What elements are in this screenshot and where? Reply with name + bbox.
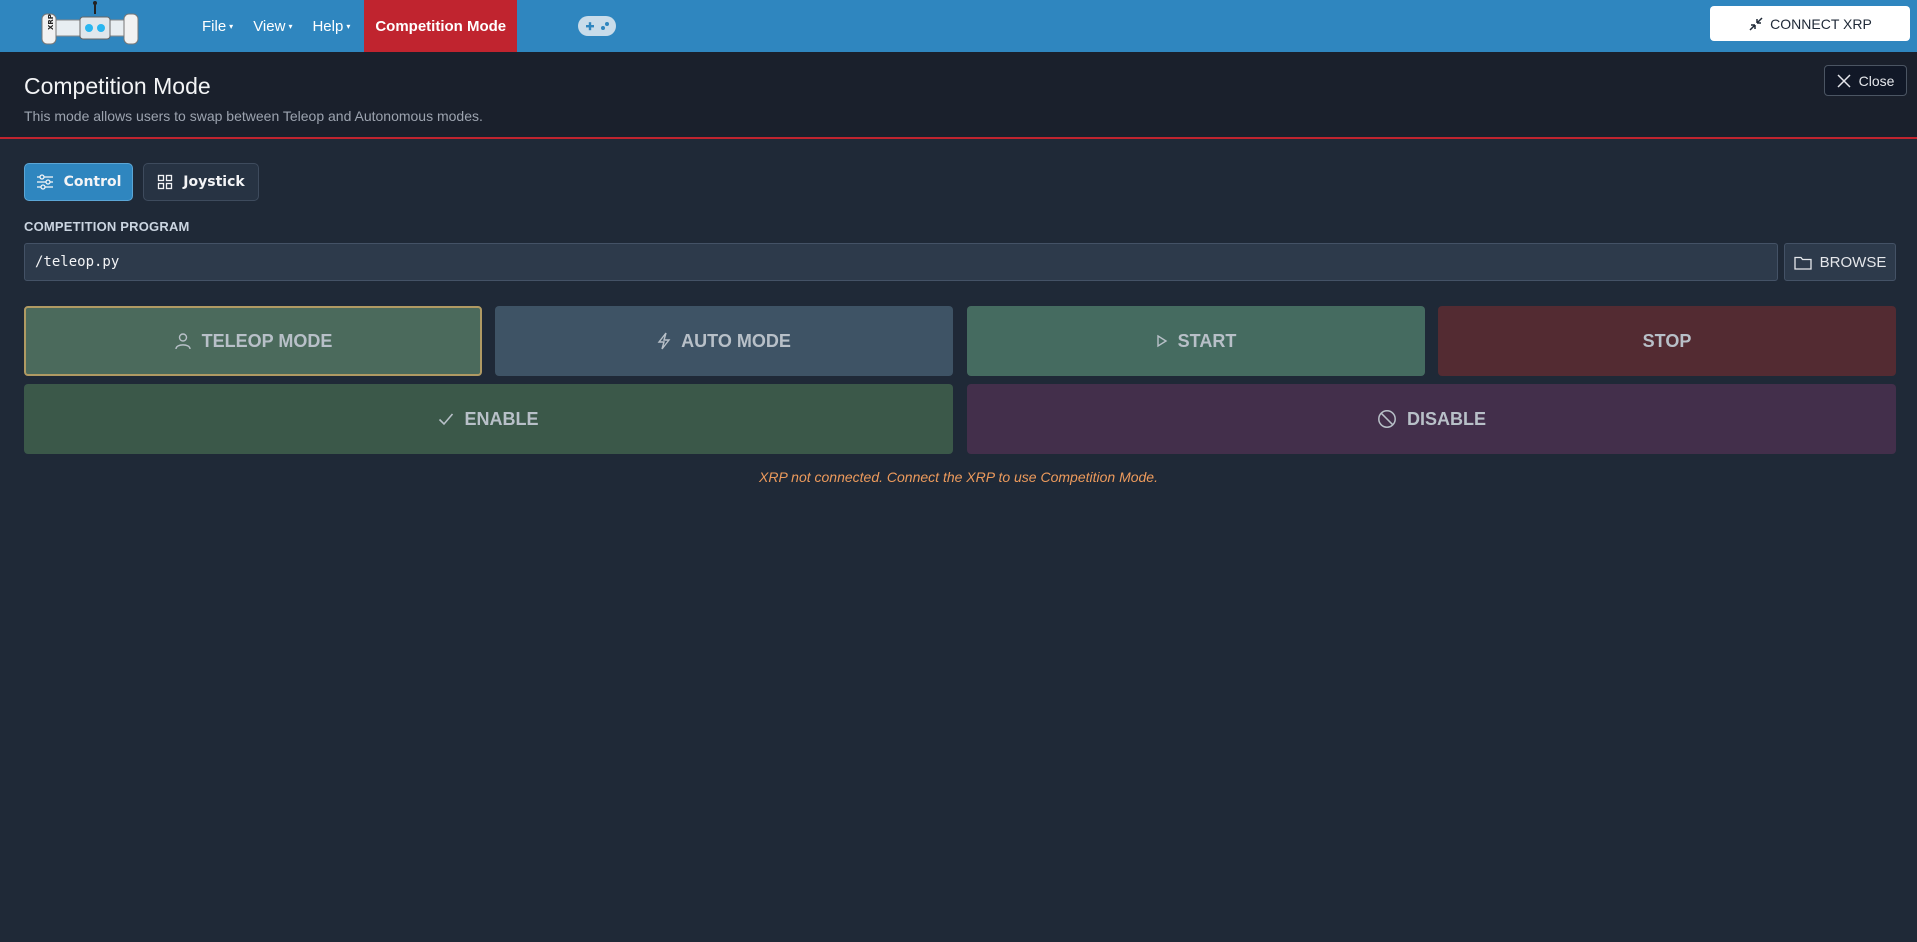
play-icon (1156, 334, 1168, 348)
menu-help-label: Help (312, 17, 344, 35)
sliders-icon (36, 174, 54, 190)
connection-status-message: XRP not connected. Connect the XRP to us… (759, 469, 1158, 485)
auto-mode-button[interactable]: AUTO MODE (495, 306, 953, 376)
chevron-down-icon: ▾ (229, 21, 234, 31)
tab-joystick[interactable]: Joystick (143, 163, 259, 201)
browse-label: BROWSE (1819, 253, 1887, 271)
person-icon (174, 332, 192, 350)
program-path-input[interactable] (24, 243, 1778, 281)
folder-icon (1794, 255, 1812, 270)
menu-help[interactable]: Help ▾ (302, 0, 360, 52)
menu-file-label: File (202, 17, 227, 35)
enable-label: ENABLE (464, 408, 539, 429)
enable-button[interactable]: ENABLE (24, 384, 953, 454)
connect-arrows-icon (1748, 16, 1764, 32)
menu-competition-mode[interactable]: Competition Mode (364, 0, 518, 52)
start-button[interactable]: START (967, 306, 1425, 376)
close-icon (1837, 73, 1851, 88)
menu-view[interactable]: View ▾ (243, 0, 302, 52)
disable-button[interactable]: DISABLE (967, 384, 1896, 454)
connect-xrp-label: CONNECT XRP (1770, 15, 1872, 32)
start-label: START (1177, 330, 1237, 351)
close-button[interactable]: Close (1824, 65, 1907, 96)
tab-joystick-label: Joystick (183, 174, 245, 190)
page-subtitle: This mode allows users to swap between T… (24, 108, 483, 124)
competition-program-label: COMPETITION PROGRAM (24, 219, 190, 234)
top-navbar: XRP File ▾ View ▾ Help ▾ Competition Mod… (0, 0, 1917, 52)
teleop-mode-button[interactable]: TELEOP MODE (24, 306, 482, 376)
auto-mode-label: AUTO MODE (681, 330, 791, 351)
menu-file[interactable]: File ▾ (192, 0, 243, 52)
check-icon (438, 412, 454, 426)
page-header: Competition Mode This mode allows users … (0, 52, 1917, 139)
disable-label: DISABLE (1406, 408, 1486, 429)
teleop-mode-label: TELEOP MODE (201, 330, 333, 351)
page-title: Competition Mode (24, 73, 211, 99)
connect-xrp-button[interactable]: CONNECT XRP (1710, 6, 1910, 41)
chevron-down-icon: ▾ (346, 21, 351, 31)
ban-icon (1377, 409, 1397, 429)
stop-button[interactable]: STOP (1438, 306, 1896, 376)
chevron-down-icon: ▾ (288, 21, 293, 31)
tab-control-label: Control (63, 174, 122, 190)
close-label: Close (1858, 72, 1895, 89)
gamepad-icon[interactable] (578, 16, 616, 36)
lightning-icon (657, 332, 671, 350)
browse-button[interactable]: BROWSE (1784, 243, 1896, 281)
xrp-robot-logo[interactable]: XRP (40, 0, 140, 52)
main-menu: File ▾ View ▾ Help ▾ Competition Mode (192, 0, 518, 52)
grid-icon (157, 174, 173, 190)
tab-control[interactable]: Control (24, 163, 133, 201)
menu-view-label: View (253, 17, 286, 35)
logo-text: XRP (47, 14, 55, 30)
stop-label: STOP (1642, 330, 1692, 351)
